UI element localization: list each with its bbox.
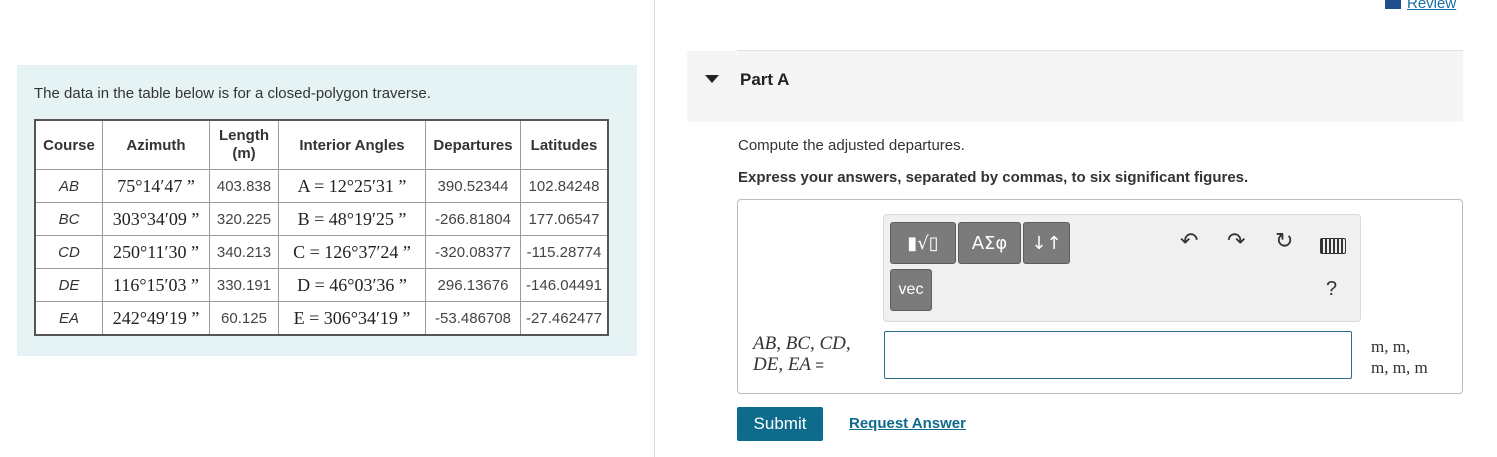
table-header-row: Course Azimuth Length (m) Interior Angle… xyxy=(34,119,609,170)
table-row: AB 75°14′47 ” 403.838 A = 12°25′31 ” 390… xyxy=(34,169,609,203)
interior-angle-cell: A = 12°25′31 ” xyxy=(278,169,426,203)
help-button[interactable]: ? xyxy=(1326,278,1337,301)
length-cell: 60.125 xyxy=(209,301,279,336)
problem-panel: The data in the table below is for a clo… xyxy=(17,65,637,356)
problem-intro: The data in the table below is for a clo… xyxy=(34,85,431,102)
units-label: m, m, m, m, m xyxy=(1371,337,1428,377)
departure-cell: -266.81804 xyxy=(425,202,521,236)
latitude-cell: 177.06547 xyxy=(520,202,609,236)
course-cell: DE xyxy=(34,268,103,302)
table-row: EA 242°49′19 ” 60.125 E = 306°34′19 ” -5… xyxy=(34,301,609,336)
length-cell: 340.213 xyxy=(209,235,279,269)
header-course: Course xyxy=(34,119,103,170)
undo-icon[interactable]: ↶ xyxy=(1180,229,1198,254)
course-cell: EA xyxy=(34,301,103,336)
answer-input[interactable] xyxy=(884,331,1352,379)
latitude-cell: -146.04491 xyxy=(520,268,609,302)
azimuth-cell: 75°14′47 ” xyxy=(102,169,210,203)
templates-button[interactable]: ▮√▯ xyxy=(890,222,956,264)
answer-label: AB, BC, CD, DE, EA = xyxy=(753,333,851,375)
azimuth-cell: 242°49′19 ” xyxy=(102,301,210,336)
course-cell: CD xyxy=(34,235,103,269)
azimuth-cell: 116°15′03 ” xyxy=(102,268,210,302)
length-cell: 330.191 xyxy=(209,268,279,302)
departure-cell: -320.08377 xyxy=(425,235,521,269)
interior-angle-cell: C = 126°37′24 ” xyxy=(278,235,426,269)
review-link[interactable]: Review xyxy=(1385,0,1456,12)
traverse-table: Course Azimuth Length (m) Interior Angle… xyxy=(34,119,609,336)
redo-icon[interactable]: ↷ xyxy=(1227,229,1245,254)
collapse-triangle-icon[interactable] xyxy=(705,75,719,83)
azimuth-cell: 303°34′09 ” xyxy=(102,202,210,236)
course-cell: BC xyxy=(34,202,103,236)
course-cell: AB xyxy=(34,169,103,203)
answer-container: ▮√▯ ΑΣφ ↓↑ vec ↶ ↷ ↻ ? AB, BC, CD, DE, E… xyxy=(737,199,1463,394)
interior-angle-cell: E = 306°34′19 ” xyxy=(278,301,426,336)
departure-cell: 296.13676 xyxy=(425,268,521,302)
interior-angle-cell: B = 48°19′25 ” xyxy=(278,202,426,236)
part-a-header[interactable]: Part A xyxy=(687,51,1463,122)
question-text: Compute the adjusted departures. xyxy=(738,137,965,154)
header-departures: Departures xyxy=(425,119,521,170)
instruction-text: Express your answers, separated by comma… xyxy=(738,169,1249,186)
symbols-button[interactable]: ΑΣφ xyxy=(958,222,1021,264)
latitude-cell: 102.84248 xyxy=(520,169,609,203)
header-latitudes: Latitudes xyxy=(520,119,609,170)
panel-divider xyxy=(654,0,655,457)
reset-icon[interactable]: ↻ xyxy=(1275,229,1293,254)
table-row: BC 303°34′09 ” 320.225 B = 48°19′25 ” -2… xyxy=(34,202,609,236)
length-cell: 320.225 xyxy=(209,202,279,236)
request-answer-link[interactable]: Request Answer xyxy=(849,415,966,432)
vec-button[interactable]: vec xyxy=(890,269,932,311)
azimuth-cell: 250°11′30 ” xyxy=(102,235,210,269)
table-row: CD 250°11′30 ” 340.213 C = 126°37′24 ” -… xyxy=(34,235,609,269)
departure-cell: 390.52344 xyxy=(425,169,521,203)
header-length: Length (m) xyxy=(209,119,279,170)
latitude-cell: -27.462477 xyxy=(520,301,609,336)
table-row: DE 116°15′03 ” 330.191 D = 46°03′36 ” 29… xyxy=(34,268,609,302)
latitude-cell: -115.28774 xyxy=(520,235,609,269)
departure-cell: -53.486708 xyxy=(425,301,521,336)
book-icon xyxy=(1385,0,1401,10)
header-interior-angles: Interior Angles xyxy=(278,119,426,170)
interior-angle-cell: D = 46°03′36 ” xyxy=(278,268,426,302)
arrows-button[interactable]: ↓↑ xyxy=(1023,222,1070,264)
header-azimuth: Azimuth xyxy=(102,119,210,170)
math-toolbar: ▮√▯ ΑΣφ ↓↑ vec ↶ ↷ ↻ ? xyxy=(883,214,1361,322)
keyboard-icon[interactable] xyxy=(1320,238,1346,254)
length-cell: 403.838 xyxy=(209,169,279,203)
part-title: Part A xyxy=(740,70,790,89)
submit-button[interactable]: Submit xyxy=(737,407,823,441)
